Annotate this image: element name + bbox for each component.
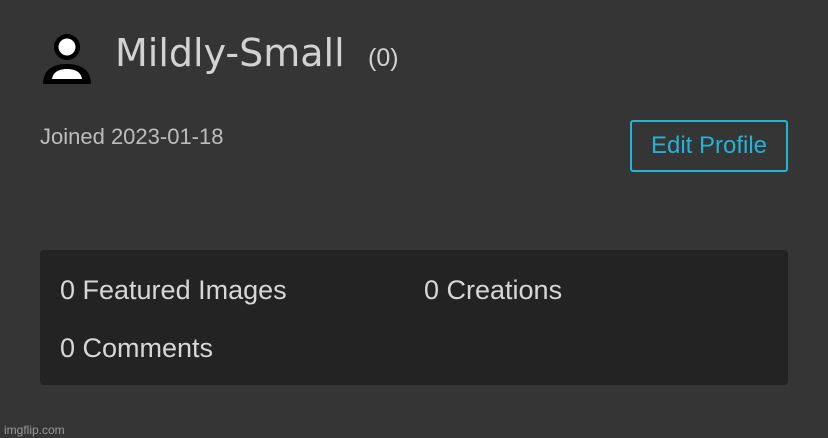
stats-panel: 0 Featured Images 0 Creations 0 Comments [40,250,788,385]
imgflip-watermark: imgflip.com [4,423,65,437]
avatar-user-icon [40,34,94,84]
stat-comments[interactable]: 0 Comments [60,331,213,365]
profile-username: Mildly-Small [115,31,345,75]
joined-date: Joined 2023-01-18 [40,124,224,149]
stat-creations[interactable]: 0 Creations [424,273,562,307]
profile-points: (0) [368,44,399,72]
stat-featured-images[interactable]: 0 Featured Images [60,273,287,307]
edit-profile-button[interactable]: Edit Profile [630,120,788,172]
